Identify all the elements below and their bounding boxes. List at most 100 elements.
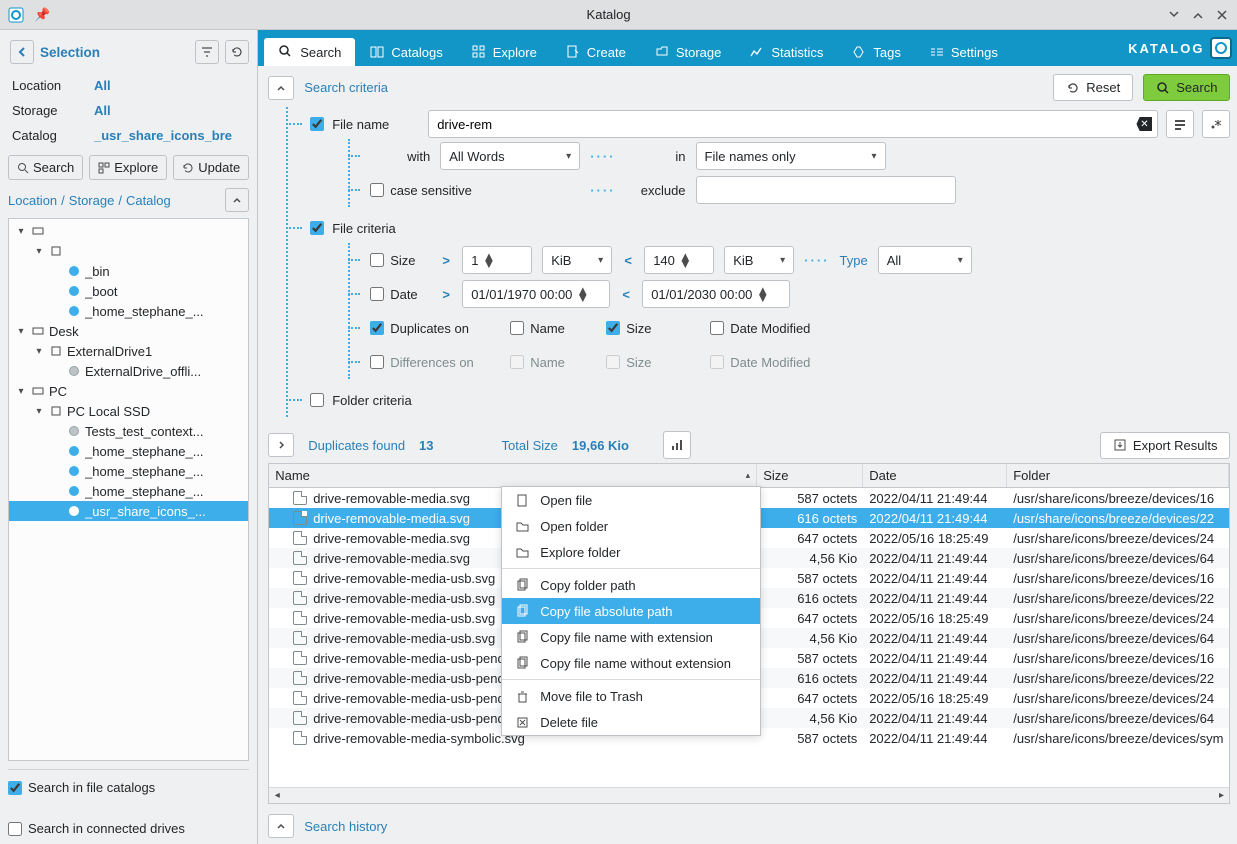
- filename-input[interactable]: [428, 110, 1158, 138]
- left-search-button[interactable]: Search: [8, 155, 83, 180]
- tree-row[interactable]: ExternalDrive_offli...: [9, 361, 248, 381]
- crumb-catalog[interactable]: Catalog: [126, 193, 171, 208]
- exclude-input[interactable]: [696, 176, 956, 204]
- tree-row[interactable]: ▾ExternalDrive1: [9, 341, 248, 361]
- tree-row[interactable]: ▾Desk: [9, 321, 248, 341]
- duplicates-checkbox[interactable]: Duplicates on: [370, 321, 500, 336]
- left-update-button[interactable]: Update: [173, 155, 249, 180]
- col-date[interactable]: Date: [863, 464, 1007, 487]
- ctx-copy-file-name-without-extension[interactable]: Copy file name without extension: [502, 650, 760, 676]
- tree-row[interactable]: ▾PC: [9, 381, 248, 401]
- criteria-collapse-button[interactable]: [268, 76, 294, 100]
- export-results-button[interactable]: Export Results: [1100, 432, 1231, 459]
- type-select[interactable]: All▾: [878, 246, 972, 274]
- date-min-input[interactable]: 01/01/1970 00:00▲▼: [462, 280, 610, 308]
- ctx-move-file-to-trash[interactable]: Move file to Trash: [502, 683, 760, 709]
- left-explore-button[interactable]: Explore: [89, 155, 167, 180]
- tree-row[interactable]: ▾: [9, 241, 248, 261]
- search-button[interactable]: Search: [1143, 74, 1230, 101]
- history-title: Search history: [304, 819, 387, 834]
- catalog-tree[interactable]: ▾▾_bin_boot_home_stephane_...▾Desk▾Exter…: [8, 218, 249, 761]
- history-dropdown-button[interactable]: [1166, 110, 1194, 138]
- size-min-input[interactable]: 1▲▼: [462, 246, 532, 274]
- catalog-value[interactable]: _usr_share_icons_bre: [94, 128, 249, 143]
- col-name[interactable]: Name▴: [269, 464, 757, 487]
- size-max-unit-select[interactable]: KiB▾: [724, 246, 794, 274]
- filter-button[interactable]: [195, 40, 219, 64]
- file-icon: [293, 691, 307, 705]
- tab-explore[interactable]: Explore: [457, 38, 551, 66]
- case-sensitive-checkbox[interactable]: case sensitive: [370, 183, 580, 198]
- tab-settings[interactable]: Settings: [915, 38, 1012, 66]
- filename-enable-checkbox[interactable]: [310, 117, 324, 131]
- tree-collapse-button[interactable]: [225, 188, 249, 212]
- storage-value[interactable]: All: [94, 103, 249, 118]
- size-checkbox[interactable]: Size: [370, 253, 430, 268]
- tree-row[interactable]: _home_stephane_...: [9, 481, 248, 501]
- search-in-catalogs-checkbox[interactable]: Search in file catalogs: [8, 780, 249, 795]
- ctx-open-folder[interactable]: Open folder: [502, 513, 760, 539]
- history-collapse-button[interactable]: [268, 814, 294, 838]
- ctx-explore-folder[interactable]: Explore folder: [502, 539, 760, 565]
- minimize-button[interactable]: [1167, 8, 1181, 22]
- reset-button[interactable]: Reset: [1053, 74, 1133, 101]
- in-label: in: [626, 149, 686, 164]
- size-max-input[interactable]: 140▲▼: [644, 246, 714, 274]
- tree-row[interactable]: _usr_share_icons_...: [9, 501, 248, 521]
- ctx-copy-file-name-with-extension[interactable]: Copy file name with extension: [502, 624, 760, 650]
- dup-size-checkbox[interactable]: Size: [606, 321, 700, 336]
- tab-tags[interactable]: Tags: [837, 38, 914, 66]
- tree-row[interactable]: Tests_test_context...: [9, 421, 248, 441]
- clear-filename-icon[interactable]: ✕: [1136, 117, 1152, 131]
- tree-row[interactable]: ▾PC Local SSD: [9, 401, 248, 421]
- tree-row[interactable]: ▾: [9, 221, 248, 241]
- location-value[interactable]: All: [94, 78, 249, 93]
- context-menu: Open fileOpen folderExplore folder Copy f…: [501, 486, 761, 736]
- scroll-right-icon[interactable]: ▸: [1215, 790, 1227, 801]
- col-size[interactable]: Size: [757, 464, 863, 487]
- tab-search[interactable]: Search: [264, 38, 355, 66]
- file-icon: [293, 591, 307, 605]
- foldercriteria-enable-checkbox[interactable]: [310, 393, 324, 407]
- ctx-copy-file-absolute-path[interactable]: Copy file absolute path: [502, 598, 760, 624]
- filecriteria-enable-checkbox[interactable]: [310, 221, 324, 235]
- refresh-button[interactable]: [225, 40, 249, 64]
- close-button[interactable]: [1215, 8, 1229, 22]
- crumb-storage[interactable]: Storage: [69, 193, 115, 208]
- tree-row[interactable]: _bin: [9, 261, 248, 281]
- tab-statistics[interactable]: Statistics: [735, 38, 837, 66]
- tree-row[interactable]: _boot: [9, 281, 248, 301]
- with-select[interactable]: All Words▾: [440, 142, 580, 170]
- pin-icon[interactable]: 📌: [34, 7, 50, 23]
- ctx-copy-folder-path[interactable]: Copy folder path: [502, 572, 760, 598]
- file-icon: [293, 711, 307, 725]
- tree-row[interactable]: _home_stephane_...: [9, 301, 248, 321]
- dup-date-checkbox[interactable]: Date Modified: [710, 321, 810, 336]
- date-checkbox[interactable]: Date: [370, 287, 430, 302]
- size-min-unit-select[interactable]: KiB▾: [542, 246, 612, 274]
- selection-title: Selection: [40, 45, 100, 60]
- tab-catalogs[interactable]: Catalogs: [355, 38, 456, 66]
- in-select[interactable]: File names only▾: [696, 142, 886, 170]
- regex-button[interactable]: [1202, 110, 1230, 138]
- dup-name-checkbox[interactable]: Name: [510, 321, 596, 336]
- maximize-button[interactable]: [1191, 8, 1205, 22]
- ctx-delete-file[interactable]: Delete file: [502, 709, 760, 735]
- chart-button[interactable]: [663, 431, 691, 459]
- col-folder[interactable]: Folder: [1007, 464, 1229, 487]
- results-expand-button[interactable]: [268, 433, 294, 457]
- tab-create[interactable]: Create: [551, 38, 640, 66]
- crumb-location[interactable]: Location: [8, 193, 57, 208]
- date-max-input[interactable]: 01/01/2030 00:00▲▼: [642, 280, 790, 308]
- scroll-left-icon[interactable]: ◂: [271, 790, 283, 801]
- tree-row[interactable]: _home_stephane_...: [9, 461, 248, 481]
- differences-checkbox[interactable]: Differences on: [370, 355, 500, 370]
- ctx-open-file[interactable]: Open file: [502, 487, 760, 513]
- search-in-drives-checkbox[interactable]: Search in connected drives: [8, 821, 249, 836]
- file-icon: [293, 511, 307, 525]
- diff-date-checkbox: Date Modified: [710, 355, 810, 370]
- back-button[interactable]: [10, 40, 34, 64]
- tab-storage[interactable]: Storage: [640, 38, 736, 66]
- horizontal-scrollbar[interactable]: ◂ ▸: [269, 787, 1229, 803]
- tree-row[interactable]: _home_stephane_...: [9, 441, 248, 461]
